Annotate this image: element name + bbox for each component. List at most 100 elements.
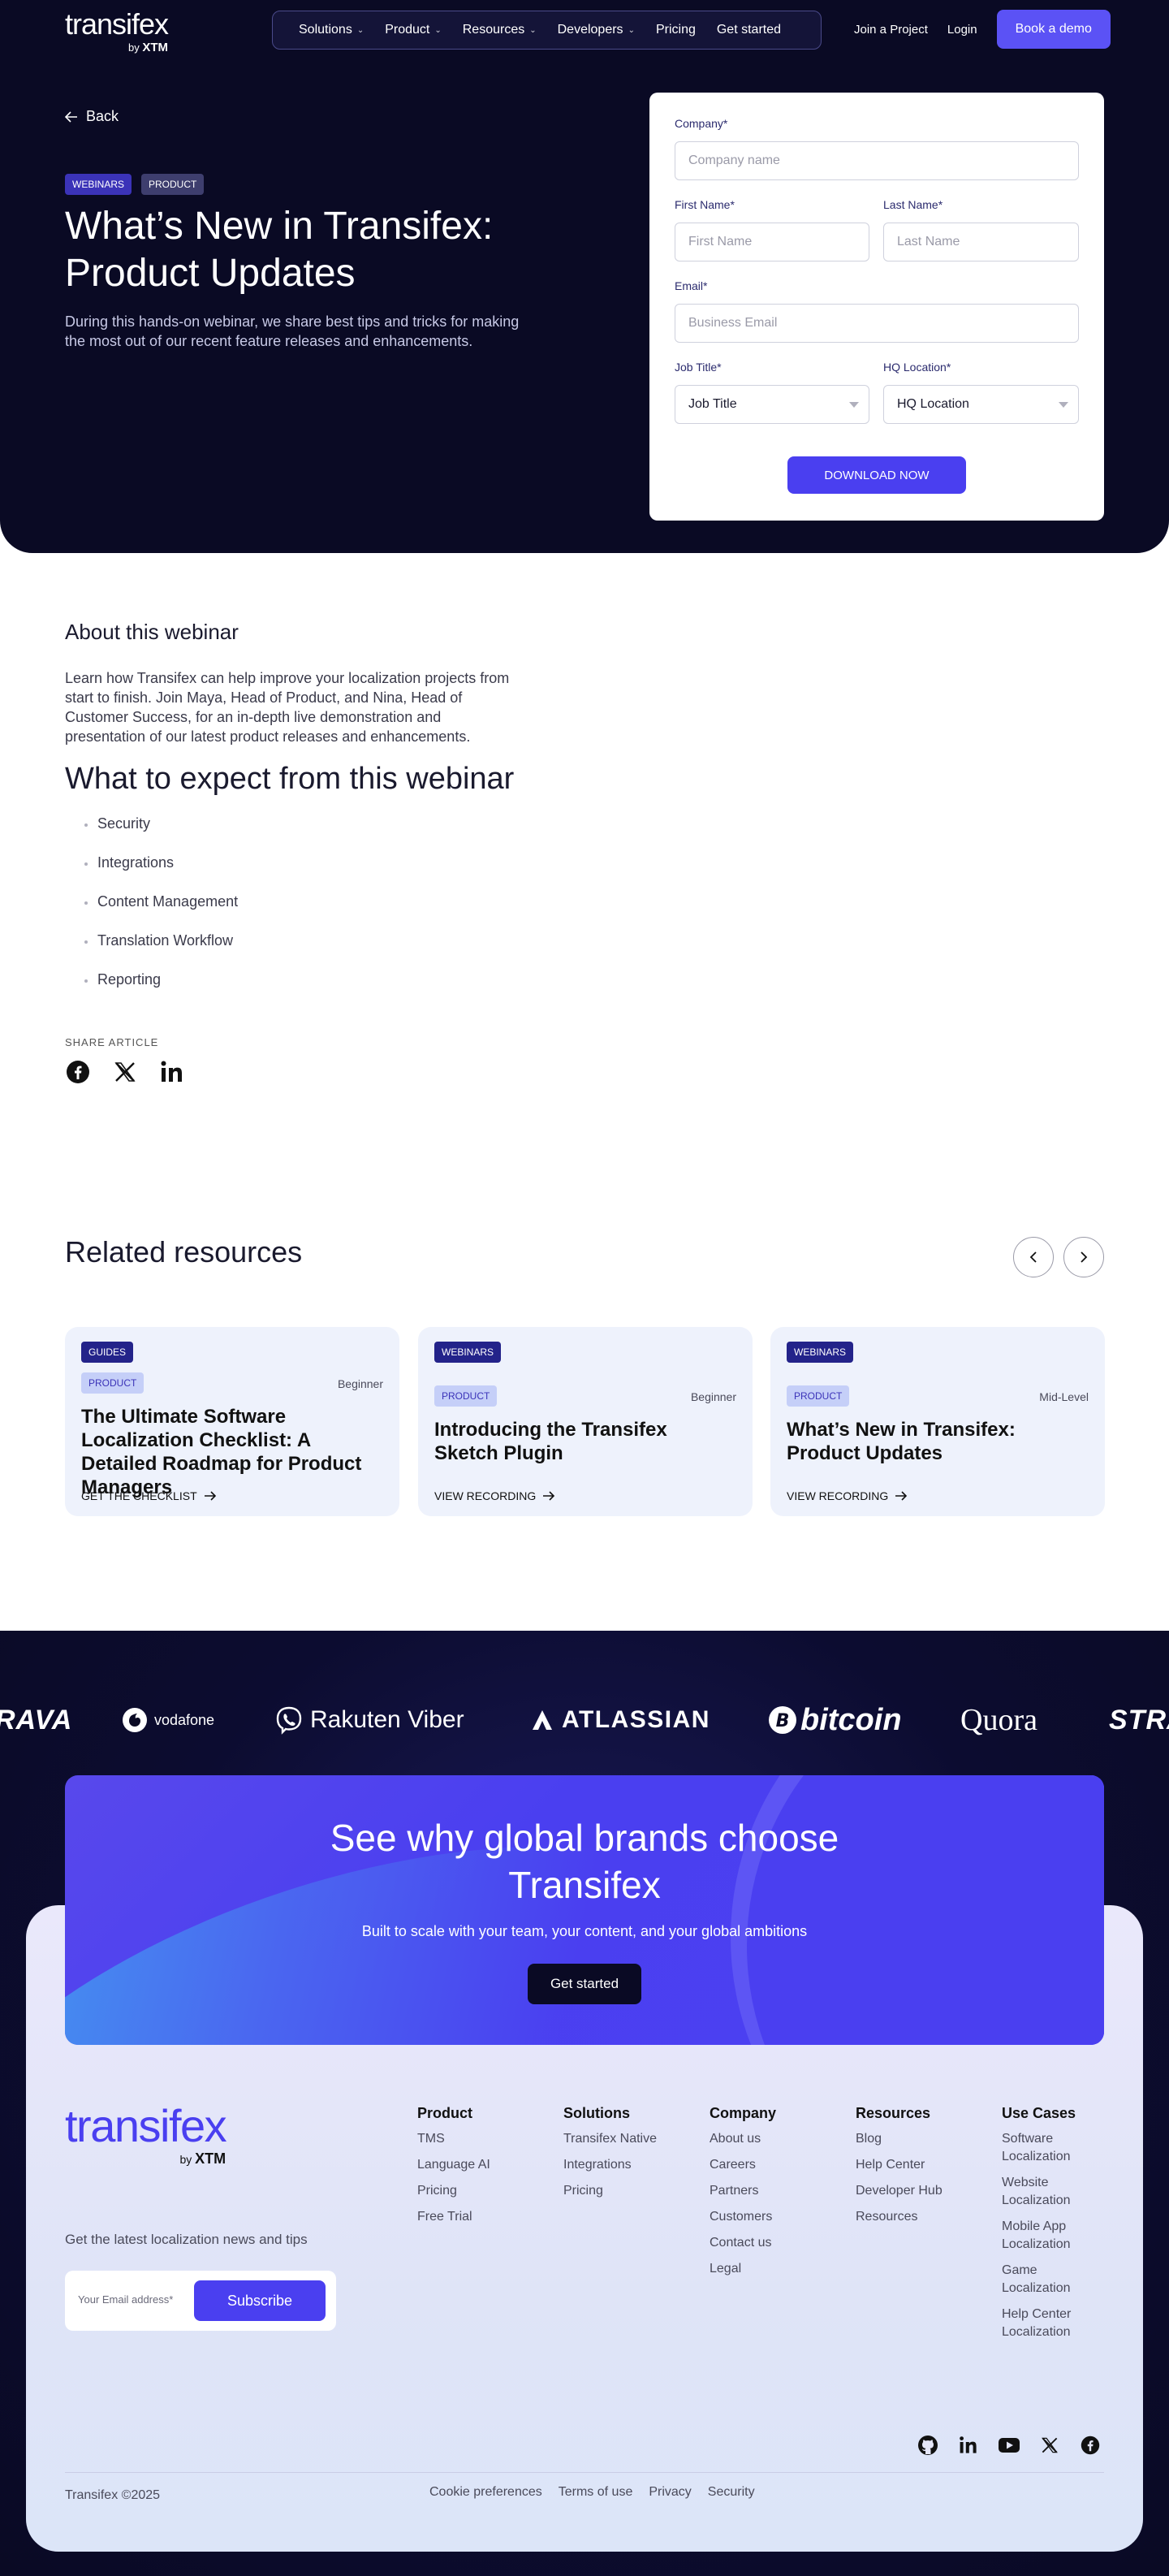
job-title-select[interactable]: Job Title [675, 385, 869, 424]
subscribe-button[interactable]: Subscribe [194, 2280, 326, 2321]
card-cta-label: GET THE CHECKLIST [81, 1489, 197, 1502]
svg-text:B: B [776, 1711, 790, 1731]
security-link[interactable]: Security [708, 2485, 755, 2500]
share-label: SHARE ARTICLE [65, 1036, 159, 1048]
footer-link[interactable]: Software Localization [1002, 2130, 1083, 2166]
brand-logo: STRA [1109, 1705, 1169, 1735]
footer-link[interactable]: Blog [856, 2130, 943, 2148]
card-title[interactable]: Introducing the Transifex Sketch Plugin [434, 1418, 736, 1465]
download-now-button[interactable]: DOWNLOAD NOW [787, 456, 966, 494]
email-input[interactable]: Business Email [675, 304, 1079, 343]
book-demo-button[interactable]: Book a demo [996, 10, 1111, 49]
x-icon[interactable] [1037, 2433, 1062, 2457]
linkedin-icon[interactable] [159, 1059, 185, 1085]
footer-link[interactable]: Integrations [563, 2156, 657, 2174]
nav-label: Solutions [299, 23, 352, 37]
privacy-link[interactable]: Privacy [649, 2485, 691, 2500]
footer-logo[interactable]: transifex by XTM [65, 2100, 227, 2168]
nav-label: Product [385, 23, 430, 37]
github-icon[interactable] [916, 2433, 940, 2457]
login-link[interactable]: Login [947, 23, 977, 37]
footer-link[interactable]: Mobile App Localization [1002, 2218, 1083, 2254]
email-label: Email* [675, 279, 708, 292]
footer-link[interactable]: Developer Hub [856, 2182, 943, 2200]
logo-wordmark: transifex [65, 2100, 227, 2151]
get-started-button[interactable]: Get started [528, 1964, 641, 2004]
x-icon[interactable] [112, 1059, 138, 1085]
back-link[interactable]: Back [65, 108, 119, 125]
carousel-next-button[interactable] [1063, 1237, 1104, 1277]
cookie-preferences-link[interactable]: Cookie preferences [429, 2485, 542, 2500]
footer-link[interactable]: Contact us [710, 2234, 776, 2252]
carousel-prev-button[interactable] [1013, 1237, 1054, 1277]
facebook-icon[interactable] [65, 1059, 91, 1085]
expect-list: Security Integrations Content Management… [84, 815, 238, 1010]
logo-wordmark: transifex [65, 7, 169, 41]
tag-webinars[interactable]: WEBINARS [65, 174, 132, 195]
arrow-right-icon [543, 1491, 555, 1501]
footer-link[interactable]: TMS [417, 2130, 490, 2148]
hero-section: transifex by XTM Solutions ⌄ Product ⌄ Res… [0, 0, 1169, 553]
copyright: Transifex ©2025 [65, 2488, 161, 2502]
footer-link[interactable]: Website Localization [1002, 2174, 1083, 2210]
linkedin-icon[interactable] [956, 2433, 981, 2457]
last-name-input[interactable]: Last Name [883, 223, 1079, 261]
brand-logo: RAVA [0, 1705, 73, 1735]
footer-column-title: Resources [856, 2105, 931, 2121]
card-type-tag: WEBINARS [787, 1342, 854, 1363]
footer-link[interactable]: Customers [710, 2208, 776, 2226]
card-cta[interactable]: GET THE CHECKLIST [81, 1489, 217, 1502]
tag-product[interactable]: PRODUCT [141, 174, 205, 195]
newsletter-email-input[interactable]: Your Email address* [78, 2293, 173, 2306]
footer-link[interactable]: Transifex Native [563, 2130, 657, 2148]
company-input[interactable]: Company name [675, 141, 1079, 180]
join-project-link[interactable]: Join a Project [854, 23, 928, 37]
youtube-icon[interactable] [997, 2433, 1021, 2457]
nav-get-started[interactable]: Get started [712, 23, 786, 37]
facebook-icon[interactable] [1078, 2433, 1102, 2457]
nav-developers[interactable]: Developers ⌄ [553, 23, 640, 37]
cta-banner: See why global brands choose Transifex B… [65, 1775, 1104, 2045]
legal-links: Cookie preferences Terms of use Privacy … [429, 2485, 755, 2500]
dropdown-arrow-icon [1059, 402, 1068, 408]
footer-link[interactable]: Help Center Localization [1002, 2306, 1083, 2341]
list-item: Security [84, 815, 238, 854]
nav-solutions[interactable]: Solutions ⌄ [294, 23, 369, 37]
list-item: Integrations [84, 854, 238, 893]
nav-pricing[interactable]: Pricing [651, 23, 701, 37]
footer-link[interactable]: Legal [710, 2260, 776, 2278]
card-title[interactable]: The Ultimate Software Localization Check… [81, 1405, 383, 1499]
terms-link[interactable]: Terms of use [559, 2485, 633, 2500]
bullet-icon [84, 940, 88, 944]
resource-card[interactable]: GUIDES PRODUCT Beginner The Ultimate Sof… [65, 1327, 399, 1516]
brand-logo: Rakuten Viber [274, 1699, 464, 1741]
footer-link[interactable]: Pricing [417, 2182, 490, 2200]
footer-link[interactable]: Free Trial [417, 2208, 490, 2226]
chevron-left-icon [1029, 1251, 1037, 1263]
footer-link[interactable]: Resources [856, 2208, 943, 2226]
chevron-down-icon: ⌄ [529, 25, 537, 35]
card-cta[interactable]: VIEW RECORDING [787, 1489, 908, 1502]
resource-card[interactable]: WEBINARS PRODUCT Mid-Level What’s New in… [770, 1327, 1105, 1516]
cta-subtitle: Built to scale with your team, your cont… [361, 1923, 808, 1939]
first-name-input[interactable]: First Name [675, 223, 869, 261]
nav-product[interactable]: Product ⌄ [380, 23, 446, 37]
card-title[interactable]: What’s New in Transifex: Product Updates [787, 1418, 1089, 1465]
brand-logos-strip: RAVA vodafone Rakuten Viber ATLASSIAN Bb… [0, 1699, 1169, 1741]
logo-xtm: XTM [142, 41, 169, 54]
nav-label: Resources [462, 23, 525, 37]
transifex-logo[interactable]: transifex by XTM [65, 7, 169, 55]
footer-column-title: Use Cases [1002, 2105, 1076, 2121]
footer-link[interactable]: Pricing [563, 2182, 657, 2200]
footer-link[interactable]: Help Center [856, 2156, 943, 2174]
nav-resources[interactable]: Resources ⌄ [458, 23, 541, 37]
resource-card[interactable]: WEBINARS PRODUCT Beginner Introducing th… [418, 1327, 753, 1516]
footer-link[interactable]: About us [710, 2130, 776, 2148]
footer-link[interactable]: Careers [710, 2156, 776, 2174]
card-product-tag: PRODUCT [787, 1385, 850, 1407]
footer-link[interactable]: Language AI [417, 2156, 490, 2174]
card-cta[interactable]: VIEW RECORDING [434, 1489, 555, 1502]
footer-link[interactable]: Partners [710, 2182, 776, 2200]
hq-location-select[interactable]: HQ Location [883, 385, 1079, 424]
footer-link[interactable]: Game Localization [1002, 2262, 1083, 2297]
